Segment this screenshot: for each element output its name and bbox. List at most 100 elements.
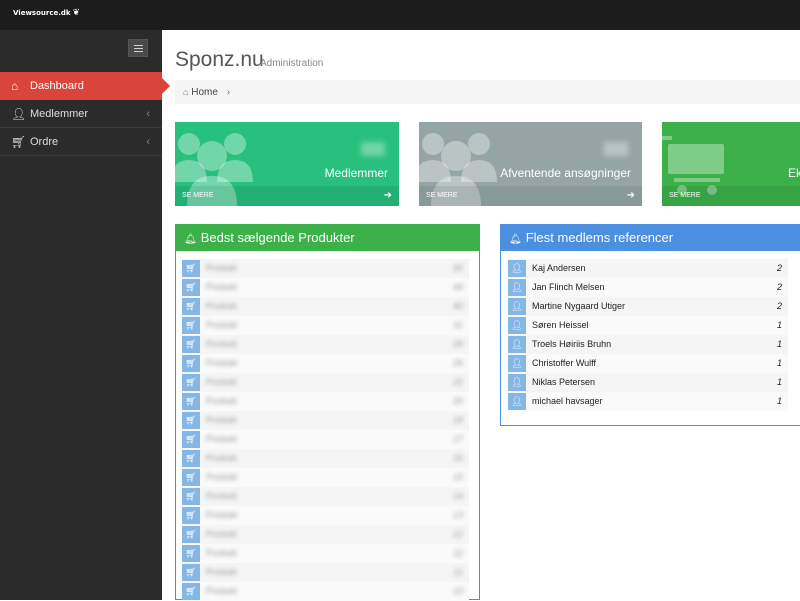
cart-icon: 🛒︎: [182, 336, 200, 353]
cart-icon: 🛒︎: [182, 393, 200, 410]
list-item-count: 13: [452, 510, 463, 520]
list-item-count: 15: [452, 472, 463, 482]
list-item[interactable]: 👤︎ Jan Flinch Melsen 2: [508, 278, 788, 297]
list-item-name: Produkt: [206, 282, 238, 292]
list-item[interactable]: 🛒︎ Produkt 44: [182, 278, 469, 297]
list-item-count: 1: [776, 320, 782, 330]
list-item[interactable]: 🛒︎ Produkt 40: [182, 297, 469, 316]
list-item[interactable]: 🛒︎ Produkt 50: [182, 259, 469, 278]
bell-icon: 🔔︎: [184, 234, 197, 245]
list-item[interactable]: 🛒︎ Produkt 16: [182, 449, 469, 468]
arrow-circle-right-icon: ➜: [626, 190, 635, 201]
list-item-name: Produkt: [206, 434, 238, 444]
menu-toggle-button[interactable]: [128, 39, 148, 57]
sidebar-item-label: Medlemmer: [30, 108, 89, 120]
list-item-name: Produkt: [206, 377, 238, 387]
bell-icon: 🔔︎: [509, 234, 522, 245]
list-item[interactable]: 🛒︎ Produkt 31: [182, 316, 469, 335]
list-item[interactable]: 🛒︎ Produkt 10: [182, 582, 469, 601]
list-item-name: Jan Flinch Melsen: [532, 282, 605, 292]
list-item-name: Kaj Andersen: [532, 263, 586, 273]
user-icon: 👤︎: [11, 107, 27, 121]
sidebar-item-label: Ordre: [30, 136, 59, 148]
cart-icon: 🛒︎: [182, 279, 200, 296]
page-subtitle: Administration: [260, 58, 324, 69]
sidebar-item-dashboard[interactable]: ⌂ Dashboard: [0, 72, 170, 100]
list-item[interactable]: 🛒︎ Produkt 11: [182, 563, 469, 582]
list-item-name: Produkt: [206, 396, 238, 406]
panel-header: 🔔︎ Bedst sælgende Produkter: [176, 225, 479, 251]
list-item[interactable]: 👤︎ michael havsager 1: [508, 392, 788, 411]
tile-footer-link[interactable]: SE MERE ➜: [175, 186, 399, 206]
app-logo[interactable]: Viewsource.dk ❦: [13, 8, 80, 18]
cart-icon: 🛒︎: [182, 450, 200, 467]
list-item[interactable]: 🛒︎ Produkt 22: [182, 373, 469, 392]
list-item-count: 1: [776, 358, 782, 368]
products-list: 🛒︎ Produkt 50 🛒︎ Produkt 44 🛒︎ Produkt 40 🛒︎ Produ…: [182, 259, 469, 601]
list-item-name: Niklas Petersen: [532, 377, 596, 387]
list-item-count: 1: [776, 339, 782, 349]
list-item[interactable]: 🛒︎ Produkt 18: [182, 411, 469, 430]
list-item[interactable]: 🛒︎ Produkt 28: [182, 335, 469, 354]
cart-icon: 🛒︎: [182, 298, 200, 315]
list-item-count: 14: [452, 491, 463, 501]
sidebar-item-ordre[interactable]: 🛒︎ Ordre ‹: [0, 128, 162, 156]
list-item[interactable]: 👤︎ Niklas Petersen 1: [508, 373, 788, 392]
list-item-count: 22: [452, 377, 463, 387]
tile-medlemmer[interactable]: Medlemmer SE MERE ➜: [175, 122, 399, 206]
butterfly-icon: ❦: [72, 8, 81, 18]
list-item-name: Produkt: [206, 453, 238, 463]
page-title: Sponz.nu: [175, 48, 264, 71]
products-panel: 🔔︎ Bedst sælgende Produkter 🛒︎ Produkt 50 🛒︎…: [175, 224, 480, 601]
list-item-count: 16: [452, 453, 463, 463]
user-icon: 👤︎: [508, 393, 526, 410]
list-item-name: Martine Nygaard Utiger: [532, 301, 626, 311]
list-item[interactable]: 🛒︎ Produkt 12: [182, 525, 469, 544]
user-icon: 👤︎: [508, 279, 526, 296]
list-item-name: Troels Høiriis Bruhn: [532, 339, 612, 349]
home-small-icon: ⌂: [183, 87, 189, 97]
list-item[interactable]: 👤︎ Christoffer Wulff 1: [508, 354, 788, 373]
list-item[interactable]: 🛒︎ Produkt 15: [182, 468, 469, 487]
tile-label: Afventende ansøgninger: [500, 166, 631, 180]
list-item-name: Produkt: [206, 586, 238, 596]
list-item[interactable]: 👤︎ Kaj Andersen 2: [508, 259, 788, 278]
list-item-name: Produkt: [206, 491, 238, 501]
user-icon: 👤︎: [508, 355, 526, 372]
cart-icon: 🛒︎: [182, 260, 200, 277]
list-item[interactable]: 👤︎ Troels Høiriis Bruhn 1: [508, 335, 788, 354]
list-item-count: 2: [776, 263, 782, 273]
breadcrumb: ⌂ Home ›: [175, 80, 800, 104]
list-item[interactable]: 👤︎ Søren Heissel 1: [508, 316, 788, 335]
cart-icon: 🛒︎: [182, 507, 200, 524]
list-item-count: 20: [452, 396, 463, 406]
list-item[interactable]: 🛒︎ Produkt 14: [182, 487, 469, 506]
tile-footer-link[interactable]: SE MERE ➜: [419, 186, 642, 206]
cart-icon: 🛒︎: [182, 469, 200, 486]
cart-icon: 🛒︎: [182, 526, 200, 543]
list-item-count: 17: [452, 434, 463, 444]
list-item-name: Søren Heissel: [532, 320, 589, 330]
list-item[interactable]: 🛒︎ Produkt 17: [182, 430, 469, 449]
list-item-name: Produkt: [206, 320, 238, 330]
cart-icon: 🛒︎: [182, 545, 200, 562]
list-item-count: 11: [453, 567, 463, 577]
members-list: 👤︎ Kaj Andersen 2 👤︎ Jan Flinch Melsen 2 👤︎ Mar…: [508, 259, 788, 411]
list-item[interactable]: 🛒︎ Produkt 20: [182, 392, 469, 411]
list-item-count: 44: [452, 282, 463, 292]
list-item-name: michael havsager: [532, 396, 603, 406]
list-item[interactable]: 🛒︎ Produkt 12: [182, 544, 469, 563]
user-icon: 👤︎: [508, 298, 526, 315]
breadcrumb-home-link[interactable]: Home: [191, 87, 218, 98]
list-item[interactable]: 🛒︎ Produkt 26: [182, 354, 469, 373]
list-item[interactable]: 🛒︎ Produkt 13: [182, 506, 469, 525]
tile-ekspedition[interactable]: Ek SE MERE: [662, 122, 800, 206]
sidebar: ⌂ Dashboard 👤︎ Medlemmer ‹ 🛒︎ Ordre ‹: [0, 30, 170, 600]
chevron-left-icon: ‹: [146, 136, 150, 148]
tile-footer-link[interactable]: SE MERE: [662, 186, 800, 206]
members-panel: 🔔︎ Flest medlems referencer 👤︎ Kaj Anderse…: [500, 224, 800, 426]
list-item[interactable]: 👤︎ Martine Nygaard Utiger 2: [508, 297, 788, 316]
sidebar-nav: ⌂ Dashboard 👤︎ Medlemmer ‹ 🛒︎ Ordre ‹: [0, 72, 170, 156]
sidebar-item-medlemmer[interactable]: 👤︎ Medlemmer ‹: [0, 100, 162, 128]
tile-afventende-ansogninger[interactable]: Afventende ansøgninger SE MERE ➜: [419, 122, 642, 206]
